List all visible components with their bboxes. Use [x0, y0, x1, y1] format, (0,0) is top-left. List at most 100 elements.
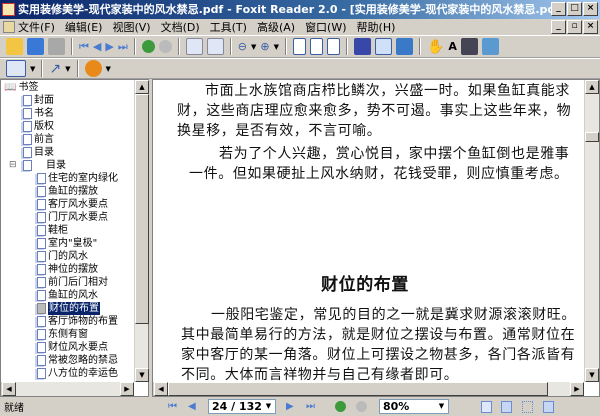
facing-icon[interactable]: [522, 400, 533, 413]
menu-advanced[interactable]: 高级(A): [257, 19, 295, 35]
next-page-icon[interactable]: ▶: [105, 40, 113, 53]
page-icon: [37, 342, 46, 353]
menu-edit[interactable]: 编辑(E): [65, 19, 103, 35]
bookmark-item[interactable]: 前门后门相对: [37, 276, 108, 289]
bookmark-hscrollbar[interactable]: ◀ ▶: [1, 382, 134, 396]
doc-scroll-down-button[interactable]: ▼: [585, 368, 599, 382]
arrow-tool-icon[interactable]: ↗: [49, 61, 61, 77]
doc-close-button[interactable]: ×: [583, 20, 598, 34]
bookmark-item[interactable]: 门厅风水要点: [37, 211, 108, 224]
bookmark-item[interactable]: 室内"皇极": [37, 237, 97, 250]
help-icon[interactable]: [84, 60, 102, 77]
rotate-left-icon[interactable]: [185, 38, 203, 55]
doc-scroll-up-button[interactable]: ▲: [585, 80, 599, 94]
bookmark-item[interactable]: 封面: [23, 94, 54, 107]
bookmark-item[interactable]: 鞋柜: [37, 224, 68, 237]
find-icon[interactable]: [353, 38, 371, 55]
book-icon: 📖: [4, 82, 17, 93]
scroll-left-button[interactable]: ◀: [2, 382, 16, 396]
bookmark-item[interactable]: 财位风水要点: [37, 341, 108, 354]
section-heading: 财位的布置: [321, 275, 409, 295]
scroll-right-button[interactable]: ▶: [120, 382, 134, 396]
scroll-thumb[interactable]: [135, 94, 149, 324]
menu-view[interactable]: 视图(V): [112, 19, 150, 35]
open-icon[interactable]: [6, 38, 23, 55]
chevron-down-icon[interactable]: ▼: [263, 401, 274, 412]
status-prev-page-icon[interactable]: ◀: [188, 401, 196, 412]
fit-page-icon[interactable]: [309, 38, 323, 55]
bookmark-item[interactable]: 八方位的幸运色: [37, 367, 118, 380]
close-button[interactable]: ×: [583, 2, 598, 16]
bookmark-item[interactable]: 鱼缸的风水: [37, 289, 98, 302]
actual-size-icon[interactable]: [292, 38, 306, 55]
menu-help[interactable]: 帮助(H): [357, 19, 396, 35]
chevron-down-icon[interactable]: ▼: [436, 401, 447, 412]
page-number-field[interactable]: 24 / 132 ▼: [208, 399, 276, 414]
rotate-right-icon[interactable]: [206, 38, 224, 55]
bookmark-item[interactable]: 版权: [23, 120, 54, 133]
bookmark-item[interactable]: 门的风水: [37, 250, 88, 263]
bookmark-vscrollbar[interactable]: ▲ ▼: [134, 80, 149, 382]
status-first-page-icon[interactable]: ⏮: [168, 401, 177, 412]
hand-tool-icon[interactable]: ✋: [427, 39, 444, 55]
single-page-icon[interactable]: [481, 400, 492, 413]
bookmark-item[interactable]: 客厅风水要点: [37, 198, 108, 211]
bookmark-item[interactable]: 财位的布置: [37, 302, 100, 315]
document-hscrollbar[interactable]: ◀ ▶: [153, 382, 584, 396]
doc-minimize-button[interactable]: _: [551, 20, 566, 34]
forward-icon[interactable]: [158, 40, 172, 53]
text-line: 一件。但如果硬扯上风水纳财，花钱受罪，则应慎重考虑。: [189, 166, 569, 182]
doc-hscroll-thumb[interactable]: [168, 382, 548, 396]
annotation-icon[interactable]: [6, 60, 26, 77]
zoom-field[interactable]: 80% ▼: [379, 399, 449, 414]
menu-tools[interactable]: 工具(T): [210, 19, 247, 35]
continuous-facing-icon[interactable]: [543, 400, 554, 413]
continuous-icon[interactable]: [501, 400, 512, 413]
scroll-down-button[interactable]: ▼: [135, 368, 149, 382]
bookmark-item[interactable]: 前言: [23, 133, 54, 146]
status-back-icon[interactable]: [335, 401, 346, 412]
document-vscrollbar[interactable]: ▲ ▼: [584, 80, 599, 382]
snapshot-icon[interactable]: [460, 38, 478, 55]
zoom-in-icon[interactable]: ⊕: [260, 40, 269, 53]
minimize-button[interactable]: _: [551, 2, 566, 16]
page-icon: [23, 160, 32, 171]
print-icon[interactable]: [48, 38, 65, 55]
bookmark-item[interactable]: 住宅的室内绿化: [37, 172, 118, 185]
doc-scroll-left-button[interactable]: ◀: [154, 382, 168, 396]
scroll-up-button[interactable]: ▲: [135, 80, 149, 94]
bookmark-item[interactable]: 客厅饰物的布置: [37, 315, 118, 328]
bookmarks-panel-icon[interactable]: [374, 38, 392, 55]
collapse-icon[interactable]: ⊟: [9, 159, 17, 172]
menu-file[interactable]: 文件(F): [18, 19, 55, 35]
prev-page-icon[interactable]: ◀: [93, 40, 101, 53]
select-text-icon[interactable]: A: [448, 40, 457, 53]
menu-document[interactable]: 文档(D): [161, 19, 200, 35]
fit-width-icon[interactable]: [326, 38, 340, 55]
bookmark-item[interactable]: 常被忽略的禁忌: [37, 354, 118, 367]
zoom-out-icon[interactable]: ⊖: [238, 40, 247, 53]
bookmark-label: 客厅风水要点: [48, 199, 108, 210]
bookmark-item[interactable]: 目录: [23, 146, 54, 159]
page-icon: [23, 121, 32, 132]
bookmark-item[interactable]: 目录 ⊟: [9, 159, 66, 172]
bookmark-root[interactable]: 📖 书签: [4, 81, 38, 94]
bookmark-item[interactable]: 神位的摆放: [37, 263, 98, 276]
maximize-button[interactable]: □: [567, 2, 582, 16]
status-last-page-icon[interactable]: ⏭: [306, 401, 315, 412]
bookmark-item[interactable]: 东侧有窗: [37, 328, 88, 341]
back-icon[interactable]: [141, 40, 155, 53]
bookmark-item[interactable]: 鱼缸的摆放: [37, 185, 98, 198]
doc-restore-button[interactable]: ▫: [567, 20, 582, 34]
doc-scroll-right-button[interactable]: ▶: [570, 382, 584, 396]
first-page-icon[interactable]: ⏮: [79, 40, 89, 54]
status-forward-icon[interactable]: [356, 401, 367, 412]
last-page-icon[interactable]: ⏭: [118, 40, 128, 54]
status-next-page-icon[interactable]: ▶: [286, 401, 294, 412]
save-icon[interactable]: [27, 38, 44, 55]
bookmark-item[interactable]: 书名: [23, 107, 54, 120]
menu-window[interactable]: 窗口(W): [305, 19, 346, 35]
typewriter-icon[interactable]: [481, 38, 499, 55]
thumbnail-icon[interactable]: [395, 38, 413, 55]
doc-scroll-thumb[interactable]: [585, 132, 599, 142]
